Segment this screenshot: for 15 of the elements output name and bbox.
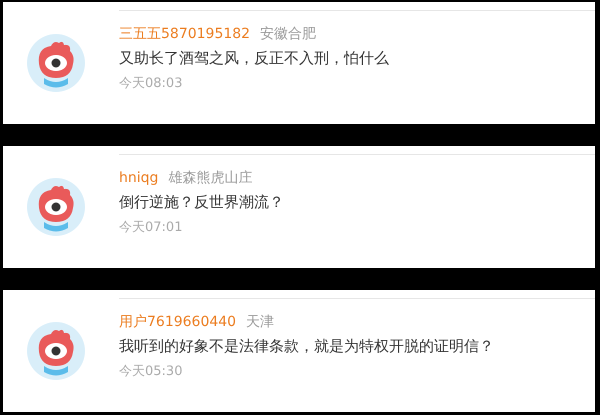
- comment-text: 倒行逆施？反世界潮流？: [119, 193, 285, 212]
- location-label: 安徽合肥: [260, 25, 316, 43]
- location-label: 天津: [246, 313, 274, 331]
- location-label: 雄森熊虎山庄: [168, 169, 252, 187]
- username-link[interactable]: 用户7619660440: [119, 313, 236, 331]
- avatar-icon: [27, 34, 85, 92]
- avatar-icon: [27, 322, 85, 380]
- comment-time: 今天08:03: [119, 75, 184, 92]
- comment-text: 我听到的好象不是法律条款，就是为特权开脱的证明信？: [119, 337, 495, 356]
- comment-time: 今天07:01: [119, 219, 184, 236]
- comment-text: 又助长了酒驾之风，反正不入刑，怕什么: [119, 49, 390, 68]
- username-link[interactable]: 三五五5870195182: [119, 25, 250, 43]
- comment-time: 今天05:30: [119, 363, 184, 380]
- avatar-icon: [27, 178, 85, 236]
- username-link[interactable]: hniqg: [119, 170, 158, 186]
